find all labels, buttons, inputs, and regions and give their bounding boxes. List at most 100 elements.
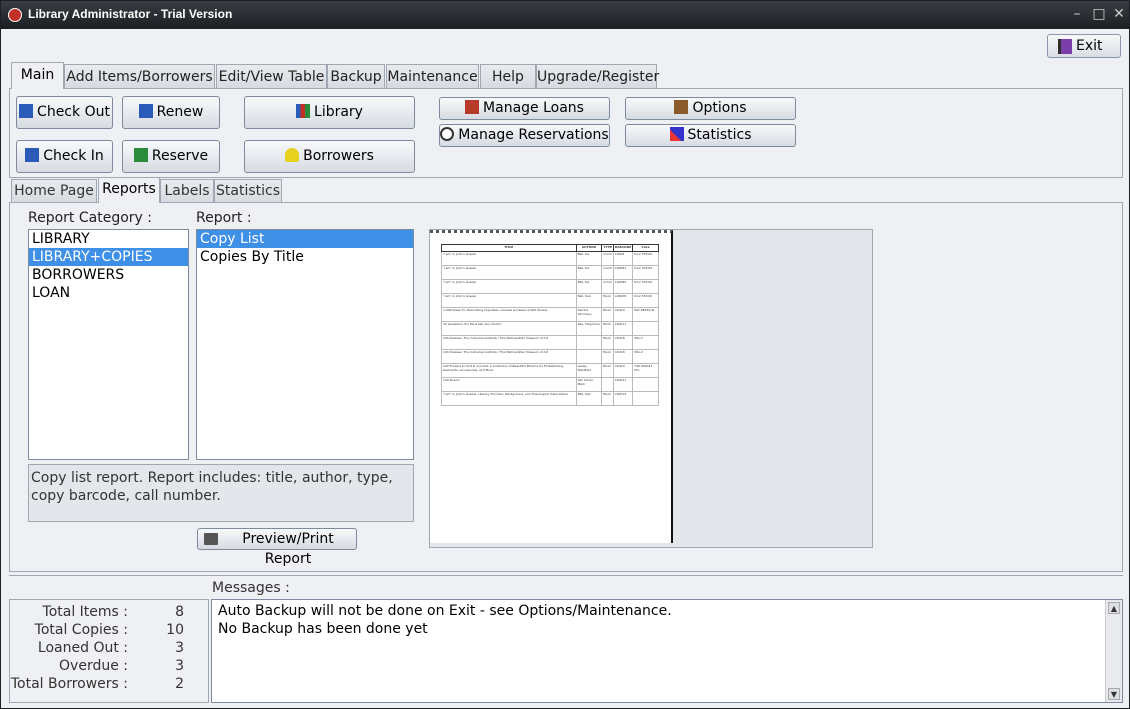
statistics-button[interactable]: Statistics (625, 124, 796, 147)
table-cell: monh (601, 279, 614, 294)
manage-loans-button[interactable]: Manage Loans (439, 97, 610, 120)
table-cell: Book (601, 363, 614, 378)
list-item[interactable]: LIBRARY (29, 230, 188, 248)
table-cell: Book (601, 293, 614, 308)
tab-backup[interactable]: Backup (327, 64, 385, 89)
window-title: Library Administrator - Trial Version (28, 7, 233, 21)
table-cell: 'I am' in John's Gospel (441, 293, 577, 308)
report-category-list[interactable]: LIBRARY LIBRARY+COPIES BORROWERS LOAN (28, 229, 189, 460)
table-cell: Ball, Dan (575, 293, 603, 308)
tab-statistics[interactable]: Statistics (214, 179, 282, 203)
table-cell: 391.2 (632, 335, 659, 350)
manage-reservations-button[interactable]: Manage Reservations (439, 124, 610, 147)
table-cell: 100 Poems (441, 377, 577, 392)
list-item[interactable]: LIBRARY+COPIES (29, 248, 188, 266)
exit-button[interactable]: Exit (1047, 34, 1121, 58)
reserve-icon (133, 148, 148, 162)
stat-value: 8 (175, 604, 184, 620)
table-cell: L00082 (612, 279, 634, 294)
stat-total-copies: Total Copies : 10 (10, 622, 210, 640)
stats-panel: Total Items : 8 Total Copies : 10 Loaned… (9, 599, 209, 703)
table-cell: D.LV 333.00 (632, 251, 659, 266)
close-icon[interactable]: ✕ (1109, 5, 1129, 23)
table-cell: L00021 (612, 377, 634, 392)
list-item[interactable]: Copies By Title (197, 248, 413, 266)
table-cell: Ray, Meymhan (575, 321, 603, 336)
renew-icon (138, 104, 153, 118)
table-cell: 1,000 Ideas for Decorating Cupcakes, Coo… (441, 307, 577, 322)
check-in-button[interactable]: Check In (16, 140, 113, 173)
table-cell (632, 391, 659, 406)
preview-table-body: 'I am' in John's Gospel Ball, Da monh L0008… (441, 251, 659, 406)
tab-upgrade-register[interactable]: Upgrade/Register (536, 64, 659, 89)
maximize-icon[interactable]: □ (1089, 5, 1109, 23)
stat-label: Total Borrowers : (10, 676, 128, 692)
table-row: 'I am' in John's Gospel: Literary Functi… (441, 391, 659, 406)
message-line: Auto Backup will not be done on Exit - s… (218, 603, 672, 619)
table-cell (575, 335, 603, 350)
library-button[interactable]: Library (244, 96, 415, 129)
options-button[interactable]: Options (625, 97, 796, 120)
table-cell: 'I am' in John's Gospel: Literary Functi… (441, 391, 577, 406)
tab-maintenance[interactable]: Maintenance (386, 64, 479, 89)
table-cell: 641.86539 SL (632, 307, 659, 322)
tab-home-page[interactable]: Home Page (11, 179, 97, 203)
table-row: 'I am' in John's Gospel Ball, Dan Book L000… (441, 293, 659, 308)
table-cell: L00008 (612, 293, 634, 308)
messages-label: Messages : (212, 580, 290, 596)
stat-total-items: Total Items : 8 (10, 604, 210, 622)
stat-label: Total Copies : (34, 622, 128, 638)
report-list[interactable]: Copy List Copies By Title (196, 229, 414, 460)
column-header: TITLE (441, 244, 577, 252)
preview-print-report-button[interactable]: Preview/Print Report (197, 528, 357, 567)
tools-icon (674, 100, 689, 114)
door-exit-icon (1058, 39, 1072, 54)
list-item[interactable]: Copy List (197, 230, 413, 248)
table-cell: D.LV 333.00 (632, 293, 659, 308)
chart-icon (669, 127, 684, 141)
tab-labels[interactable]: Labels (160, 179, 214, 203)
table-cell: Book (601, 391, 614, 406)
table-cell (601, 377, 614, 392)
stat-value: 3 (175, 658, 184, 674)
table-cell: 10 Questions You Must ask Your Doctor (441, 321, 577, 336)
table-cell (575, 349, 603, 364)
stat-value: 2 (175, 676, 184, 692)
minimize-icon[interactable]: – (1067, 5, 1087, 23)
list-item[interactable]: BORROWERS (29, 266, 188, 284)
table-cell (632, 321, 659, 336)
manage-reservations-label: Manage Reservations (458, 127, 609, 143)
reserve-button[interactable]: Reserve (122, 140, 220, 173)
check-out-label: Check Out (37, 104, 110, 120)
table-cell: L0008 (612, 251, 634, 266)
table-cell: L00081 (612, 265, 634, 280)
table-cell: Book (601, 349, 614, 364)
stat-label: Overdue : (59, 658, 128, 674)
scroll-up-icon[interactable]: ▲ (1108, 602, 1120, 614)
table-row: 'I am' in John's Gospel Ball, Da monh L0008… (441, 251, 659, 266)
table-cell: Ball, Da (575, 265, 603, 280)
tab-help[interactable]: Help (480, 64, 536, 89)
borrowers-label: Borrowers (303, 148, 374, 164)
tab-add-items-borrowers[interactable]: Add Items/Borrowers (64, 64, 215, 89)
tab-edit-view-table[interactable]: Edit/View Table (216, 64, 327, 89)
tab-reports[interactable]: Reports (98, 177, 160, 203)
app-window: Library Administrator - Trial Version – … (0, 0, 1130, 709)
table-cell: L00013 (612, 391, 634, 406)
table-cell: 391.2 (632, 349, 659, 364)
check-in-icon (25, 148, 40, 162)
check-out-button[interactable]: Check Out (16, 96, 113, 129)
borrowers-button[interactable]: Borrowers (244, 140, 415, 173)
messages-scrollbar[interactable]: ▲ ▼ (1105, 600, 1122, 702)
tab-main[interactable]: Main (11, 62, 64, 89)
renew-button[interactable]: Renew (122, 96, 220, 129)
table-cell: Ball, Da (575, 251, 603, 266)
table-cell: Ball, Da (575, 279, 603, 294)
messages-box[interactable]: Auto Backup will not be done on Exit - s… (211, 599, 1123, 703)
stat-label: Loaned Out : (37, 640, 128, 656)
list-item[interactable]: LOAN (29, 284, 188, 302)
stat-loaned-out: Loaned Out : 3 (10, 640, 210, 658)
table-cell (632, 377, 659, 392)
scroll-down-icon[interactable]: ▼ (1108, 688, 1120, 700)
stat-label: Total Items : (42, 604, 128, 620)
